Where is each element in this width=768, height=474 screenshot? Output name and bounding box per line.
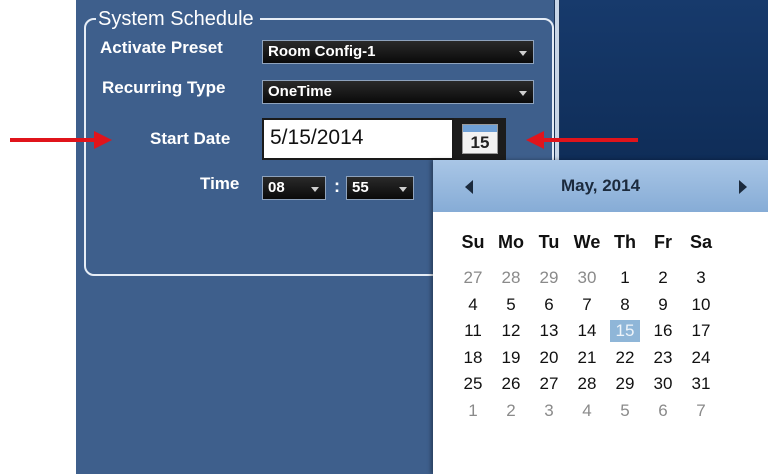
calendar-icon: 15 — [462, 124, 498, 154]
calendar-day-other-month[interactable]: 5 — [606, 398, 644, 425]
dropdown-arrow-icon — [399, 187, 407, 192]
weekday-label: Tu — [538, 232, 560, 252]
calendar-header: May, 2014 — [433, 160, 768, 212]
recurring-type-value: OneTime — [268, 83, 332, 100]
calendar-week-row: 25 26 27 28 29 30 31 — [454, 371, 720, 398]
calendar-day[interactable]: 21 — [568, 345, 606, 372]
calendar-day-other-month[interactable]: 30 — [568, 265, 606, 292]
start-date-input[interactable]: 5/15/2014 — [262, 118, 454, 160]
dropdown-arrow-icon — [311, 187, 319, 192]
calendar-week-row: 11 12 13 14 15 16 17 — [454, 318, 720, 345]
calendar-day[interactable]: 10 — [682, 292, 720, 319]
calendar-day[interactable]: 31 — [682, 371, 720, 398]
calendar-day-other-month[interactable]: 7 — [682, 398, 720, 425]
weekday-header: Su Mo Tu We Th Fr Sa — [454, 232, 720, 253]
activate-preset-value: Room Config-1 — [268, 43, 376, 60]
calendar-day[interactable]: 8 — [606, 292, 644, 319]
triangle-right-icon[interactable] — [739, 180, 747, 194]
calendar-day-other-month[interactable]: 4 — [568, 398, 606, 425]
time-separator: : — [334, 176, 340, 196]
activate-preset-label: Activate Preset — [100, 38, 223, 57]
calendar-day-other-month[interactable]: 6 — [644, 398, 682, 425]
calendar-day[interactable]: 19 — [492, 345, 530, 372]
calendar-picker-button[interactable]: 15 — [454, 118, 506, 160]
calendar-day-selected[interactable]: 15 — [606, 318, 644, 345]
date-picker-popup: May, 2014 Su Mo Tu We Th Fr Sa 27 28 29 30 1… — [433, 160, 768, 474]
calendar-day[interactable]: 23 — [644, 345, 682, 372]
calendar-day[interactable]: 26 — [492, 371, 530, 398]
calendar-day[interactable]: 27 — [530, 371, 568, 398]
dropdown-arrow-icon — [519, 91, 527, 96]
calendar-day[interactable]: 1 — [606, 265, 644, 292]
minute-select[interactable]: 55 — [346, 176, 414, 200]
calendar-day-other-month[interactable]: 3 — [530, 398, 568, 425]
calendar-day[interactable]: 11 — [454, 318, 492, 345]
calendar-day[interactable]: 20 — [530, 345, 568, 372]
calendar-day[interactable]: 30 — [644, 371, 682, 398]
calendar-week-row: 4 5 6 7 8 9 10 — [454, 292, 720, 319]
group-legend: System Schedule — [96, 8, 260, 30]
activate-preset-select[interactable]: Room Config-1 — [262, 40, 534, 64]
calendar-month-title: May, 2014 — [560, 176, 641, 195]
recurring-type-select[interactable]: OneTime — [262, 80, 534, 104]
weekday-label: Th — [614, 232, 636, 252]
weekday-label: We — [573, 232, 601, 252]
calendar-day-other-month[interactable]: 27 — [454, 265, 492, 292]
dropdown-arrow-icon — [519, 51, 527, 56]
calendar-day-other-month[interactable]: 28 — [492, 265, 530, 292]
hour-value: 08 — [268, 179, 285, 196]
hour-select[interactable]: 08 — [262, 176, 326, 200]
time-label: Time — [200, 174, 240, 193]
calendar-day[interactable]: 28 — [568, 371, 606, 398]
weekday-label: Sa — [689, 232, 713, 252]
calendar-day[interactable]: 18 — [454, 345, 492, 372]
background-area — [560, 0, 768, 160]
calendar-day[interactable]: 12 — [492, 318, 530, 345]
weekday-label: Mo — [498, 232, 524, 252]
start-date-label: Start Date — [150, 129, 231, 148]
calendar-day[interactable]: 3 — [682, 265, 720, 292]
calendar-day[interactable]: 14 — [568, 318, 606, 345]
calendar-day[interactable]: 4 — [454, 292, 492, 319]
calendar-day-other-month[interactable]: 1 — [454, 398, 492, 425]
calendar-day[interactable]: 16 — [644, 318, 682, 345]
recurring-type-label: Recurring Type — [102, 78, 226, 97]
calendar-days-grid: 27 28 29 30 1 2 3 4 5 6 7 8 9 10 11 12 13 14 15 16 17 18 19 20 2… — [454, 265, 720, 424]
minute-value: 55 — [352, 179, 369, 196]
calendar-week-row: 1234567 — [454, 398, 720, 425]
calendar-day[interactable]: 17 — [682, 318, 720, 345]
calendar-day-other-month[interactable]: 2 — [492, 398, 530, 425]
calendar-day[interactable]: 25 — [454, 371, 492, 398]
calendar-day[interactable]: 29 — [606, 371, 644, 398]
calendar-day[interactable]: 6 — [530, 292, 568, 319]
weekday-label: Su — [461, 232, 485, 252]
calendar-day[interactable]: 13 — [530, 318, 568, 345]
calendar-day[interactable]: 24 — [682, 345, 720, 372]
calendar-day[interactable]: 7 — [568, 292, 606, 319]
weekday-label: Fr — [654, 232, 672, 252]
calendar-week-row: 27 28 29 30 1 2 3 — [454, 265, 720, 292]
calendar-day[interactable]: 2 — [644, 265, 682, 292]
calendar-icon-day: 15 — [470, 133, 490, 152]
calendar-day-other-month[interactable]: 29 — [530, 265, 568, 292]
calendar-week-row: 18 19 20 21 22 23 24 — [454, 345, 720, 372]
calendar-day[interactable]: 5 — [492, 292, 530, 319]
calendar-day[interactable]: 9 — [644, 292, 682, 319]
calendar-day[interactable]: 22 — [606, 345, 644, 372]
